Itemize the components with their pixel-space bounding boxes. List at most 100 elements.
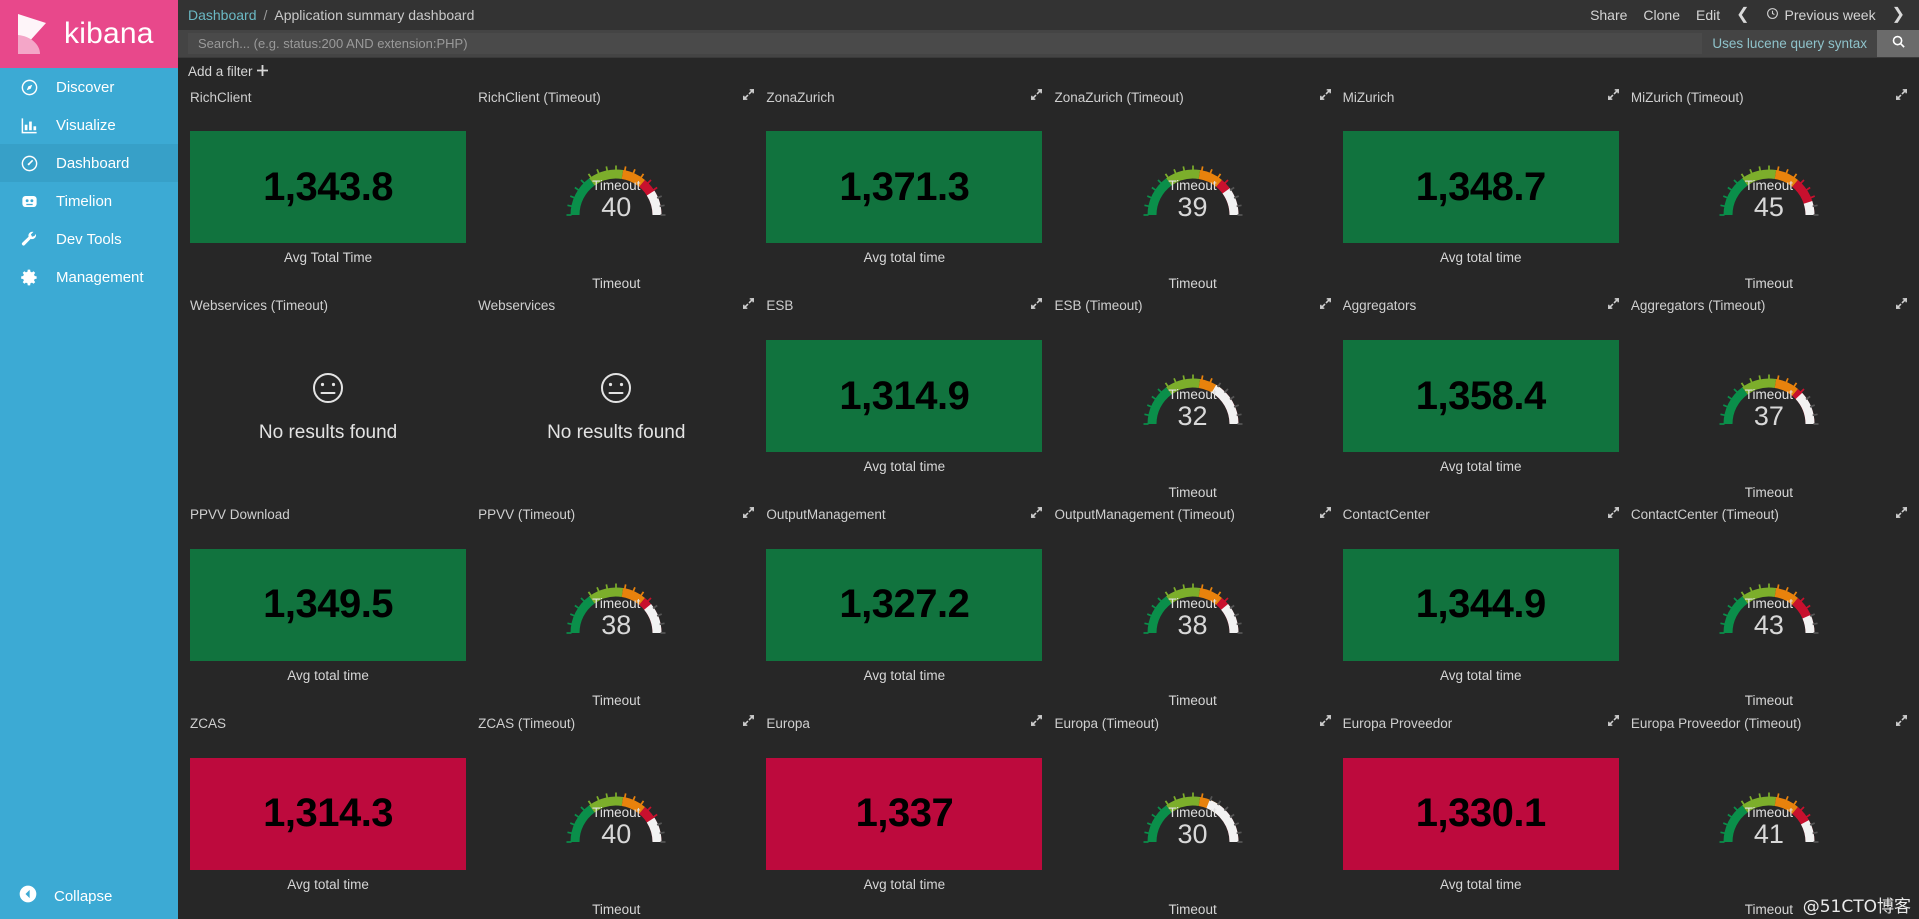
panel-body: Timeout 30 Timeout	[1054, 732, 1330, 919]
breadcrumb: Dashboard / Application summary dashboar…	[188, 7, 474, 23]
gauge-chart: Timeout 39	[1137, 152, 1249, 222]
clone-button[interactable]: Clone	[1643, 7, 1680, 23]
panel-title: OutputManagement	[766, 507, 886, 522]
expand-arrows-icon[interactable]	[1030, 297, 1044, 311]
metric-value-box: 1,330.1	[1342, 757, 1619, 870]
sidebar-item-timelion[interactable]: Timelion	[0, 182, 178, 220]
panel-header: ZCAS (Timeout)	[478, 714, 754, 732]
gauge-chart: Timeout 30	[1137, 779, 1249, 849]
sidebar-item-label: Dev Tools	[56, 230, 122, 248]
expand-arrows-icon[interactable]	[1607, 506, 1621, 520]
gauge-chart: Timeout 38	[560, 570, 672, 640]
expand-arrows-icon[interactable]	[1895, 506, 1909, 520]
expand-arrows-icon[interactable]	[1607, 714, 1621, 728]
metric-value-box: 1,343.8	[190, 131, 467, 244]
previous-time-arrow-icon[interactable]: ❮	[1736, 7, 1749, 23]
panel-header: OutputManagement	[766, 506, 1042, 524]
metric-value-box: 1,349.5	[190, 548, 467, 661]
panel-header: ContactCenter (Timeout)	[1631, 506, 1907, 524]
panel-header: Aggregators	[1343, 297, 1619, 315]
metric-label: Avg total time	[863, 876, 946, 892]
collapse-button[interactable]: Collapse	[0, 873, 178, 919]
gauge-chart: Timeout 43	[1713, 570, 1825, 640]
sidebar-item-management[interactable]: Management	[0, 258, 178, 296]
expand-arrows-icon[interactable]	[1319, 506, 1333, 520]
search-input[interactable]	[188, 33, 1703, 54]
gauge-wrapper: Timeout 43	[1713, 524, 1825, 687]
share-button[interactable]: Share	[1590, 7, 1627, 23]
metric-value-box: 1,344.9	[1342, 548, 1619, 661]
panel-header: MiZurich (Timeout)	[1631, 88, 1907, 106]
expand-arrows-icon[interactable]	[1319, 297, 1333, 311]
dashboard-panel: Webservices (Timeout) No results found	[184, 293, 472, 502]
expand-arrows-icon[interactable]	[1030, 88, 1044, 102]
time-range-picker[interactable]: Previous week	[1766, 7, 1876, 23]
expand-arrows-icon[interactable]	[742, 506, 756, 520]
add-filter-button[interactable]: Add a filter	[188, 64, 268, 79]
expand-arrows-icon[interactable]	[742, 714, 756, 728]
panel-title: Webservices	[478, 298, 556, 314]
metric-value: 1,348.7	[1415, 164, 1546, 209]
expand-arrows-icon[interactable]	[1895, 88, 1909, 102]
expand-arrows-icon[interactable]	[1030, 714, 1044, 728]
expand-arrows-icon[interactable]	[1030, 506, 1044, 520]
chevron-left-circle-icon	[18, 884, 38, 908]
panel-header: Webservices (Timeout)	[190, 297, 466, 315]
dashboard-panel: RichClient (Timeout) Timeout 40 Timeout	[472, 84, 760, 293]
gear-icon	[18, 266, 40, 288]
sidebar-item-label: Visualize	[56, 116, 116, 134]
expand-arrows-icon[interactable]	[742, 297, 756, 311]
panel-title: MiZurich (Timeout)	[1630, 89, 1744, 105]
expand-arrows-icon[interactable]	[1895, 714, 1909, 728]
expand-arrows-icon[interactable]	[742, 88, 756, 102]
gauge-wrapper: Timeout 40	[560, 732, 672, 895]
dashboard-panel: Aggregators 1,358.4 Avg total time	[1337, 293, 1625, 502]
wrench-icon	[18, 228, 40, 250]
sidebar-item-label: Timelion	[56, 192, 113, 210]
compass-icon	[18, 76, 40, 98]
breadcrumb-dashboard[interactable]: Dashboard	[188, 7, 257, 23]
next-time-arrow-icon[interactable]: ❯	[1892, 7, 1905, 23]
panel-header: ESB (Timeout)	[1054, 297, 1330, 315]
expand-arrows-icon[interactable]	[1319, 88, 1333, 102]
metric-value-box: 1,314.9	[766, 340, 1043, 453]
panel-body: 1,349.5 Avg total time	[190, 524, 467, 711]
sidebar: kibana Discover Visualize Dashboard Time…	[0, 0, 178, 919]
metric-label: Avg total time	[863, 667, 946, 683]
dashboard-panel: ContactCenter 1,344.9 Avg total time	[1337, 502, 1625, 711]
time-range-label: Previous week	[1784, 7, 1876, 23]
gauge-wrapper: Timeout 37	[1713, 315, 1825, 478]
expand-arrows-icon[interactable]	[1895, 297, 1909, 311]
sidebar-item-discover[interactable]: Discover	[0, 68, 178, 106]
gauge-chart: Timeout 40	[560, 779, 672, 849]
brand-name: kibana	[64, 17, 154, 50]
expand-arrows-icon[interactable]	[1607, 297, 1621, 311]
dashboard-panel: Webservices No results found	[472, 293, 760, 502]
sidebar-item-visualize[interactable]: Visualize	[0, 106, 178, 144]
panel-title: ZonaZurich	[766, 89, 835, 105]
dashboard-panel: ZonaZurich (Timeout) Timeout 39 Timeout	[1048, 84, 1336, 293]
dashboard-panel: OutputManagement (Timeout) Timeout 38 Timeo…	[1048, 502, 1336, 711]
panel-header: OutputManagement (Timeout)	[1054, 506, 1330, 524]
sidebar-item-dev-tools[interactable]: Dev Tools	[0, 220, 178, 258]
add-filter-label: Add a filter	[188, 63, 253, 79]
panel-header: Europa	[766, 714, 1042, 732]
gauge-label: Timeout	[1168, 275, 1217, 291]
panel-body: Timeout 45 Timeout	[1631, 106, 1907, 293]
timelion-icon	[18, 190, 40, 212]
metric-value-box: 1,348.7	[1342, 131, 1619, 244]
panel-header: ContactCenter	[1343, 506, 1619, 524]
edit-button[interactable]: Edit	[1696, 7, 1720, 23]
expand-arrows-icon[interactable]	[1607, 88, 1621, 102]
neutral-face-icon	[599, 371, 633, 410]
no-results-message: No results found	[547, 371, 685, 444]
gauge-chart: Timeout 45	[1713, 152, 1825, 222]
panel-title: ESB (Timeout)	[1054, 298, 1143, 314]
panel-body: 1,371.3 Avg total time	[766, 106, 1043, 293]
sidebar-item-dashboard[interactable]: Dashboard	[0, 144, 178, 182]
search-button[interactable]	[1877, 30, 1919, 57]
panel-body: 1,343.8 Avg Total Time	[190, 106, 467, 293]
dashboard-panel: Europa (Timeout) Timeout 30 Timeout	[1048, 710, 1336, 919]
panel-header: PPVV Download	[190, 506, 466, 524]
expand-arrows-icon[interactable]	[1319, 714, 1333, 728]
